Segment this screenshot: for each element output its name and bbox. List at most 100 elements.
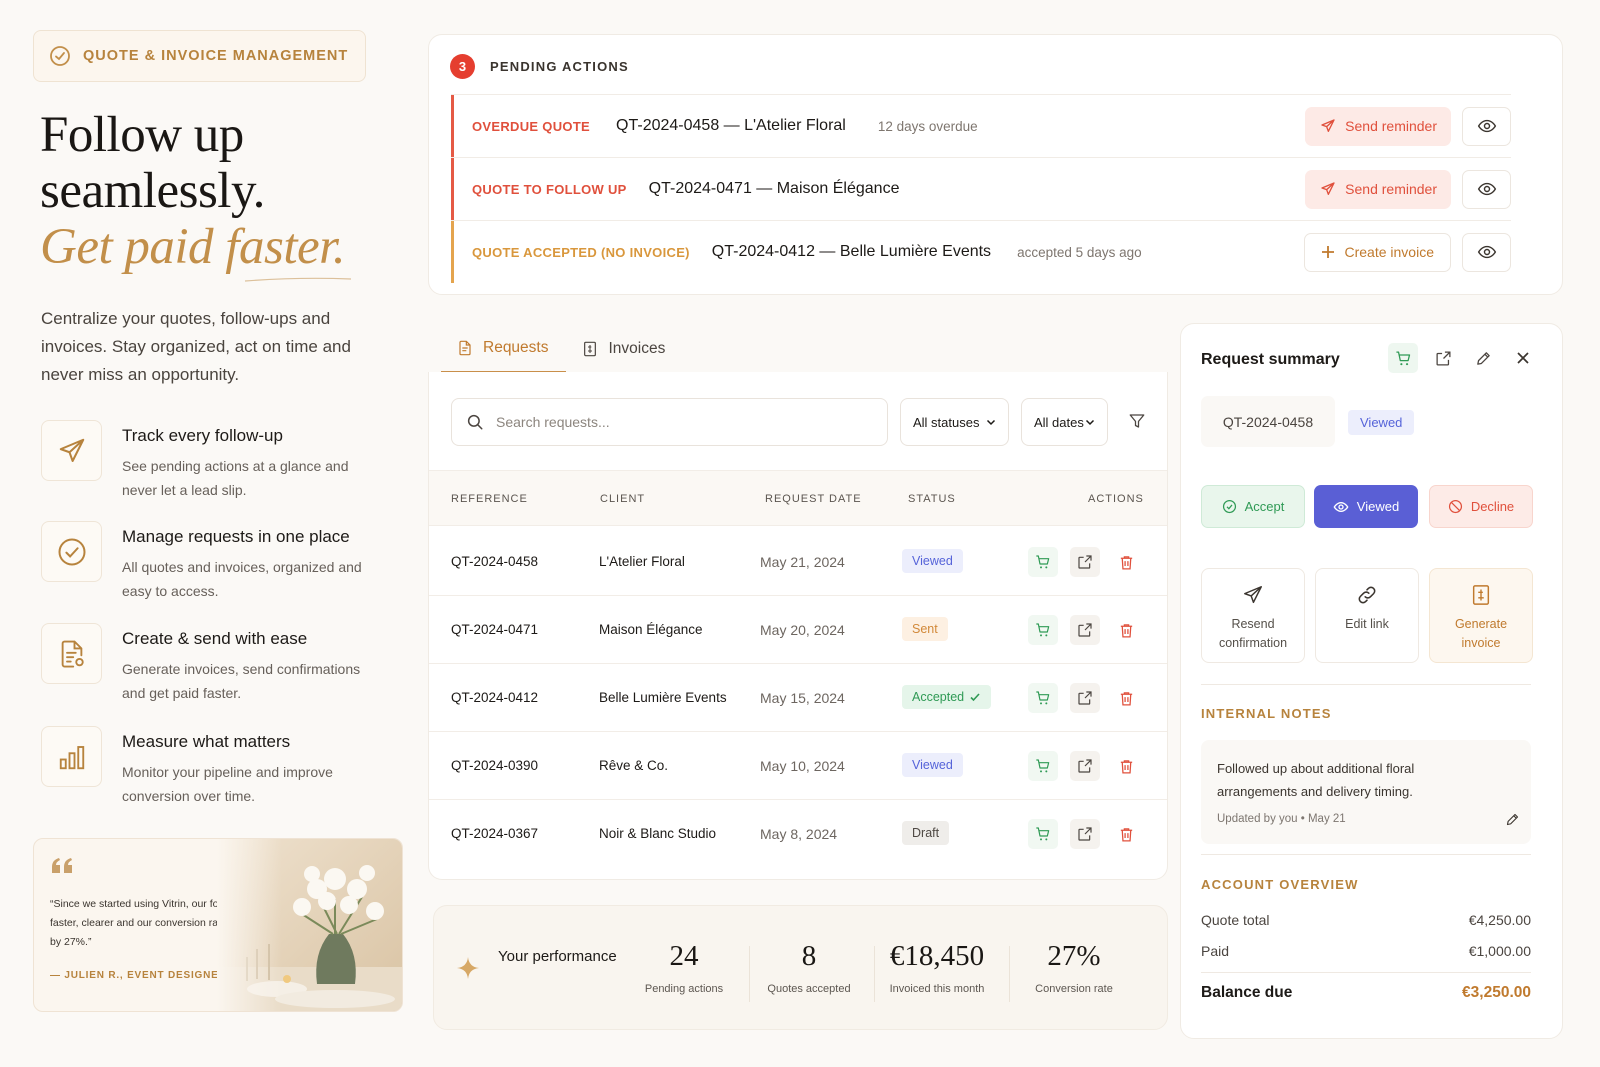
trash-icon bbox=[1118, 826, 1135, 843]
delete-button[interactable] bbox=[1111, 615, 1141, 645]
cart-icon bbox=[1035, 758, 1051, 774]
feature-title: Manage requests in one place bbox=[122, 527, 350, 546]
metric-label: Conversion rate bbox=[1035, 983, 1113, 995]
pending-meta: accepted 5 days ago bbox=[1017, 244, 1142, 260]
delete-button[interactable] bbox=[1111, 751, 1141, 781]
pencil-icon[interactable] bbox=[1505, 812, 1520, 827]
quote-total-value: €4,250.00 bbox=[1468, 912, 1531, 928]
cart-button[interactable] bbox=[1028, 751, 1058, 781]
open-external-button[interactable] bbox=[1070, 819, 1100, 849]
status-filter-select[interactable]: All statuses bbox=[900, 398, 1009, 446]
tab-requests[interactable]: Requests bbox=[441, 325, 567, 373]
table-row[interactable]: QT-2024-0390 Rêve & Co. May 10, 2024 Viewed bbox=[429, 731, 1167, 800]
open-external-button[interactable] bbox=[1070, 683, 1100, 713]
resend-confirmation-tile[interactable]: Resend confirmation bbox=[1201, 568, 1305, 663]
delete-button[interactable] bbox=[1111, 547, 1141, 577]
cart-button[interactable] bbox=[1028, 615, 1058, 645]
eye-icon bbox=[1477, 116, 1497, 136]
view-button[interactable] bbox=[1462, 169, 1511, 209]
create-invoice-button[interactable]: Create invoice bbox=[1303, 232, 1451, 272]
send-reminder-button[interactable]: Send reminder bbox=[1305, 169, 1451, 209]
cell-request-date: May 20, 2024 bbox=[760, 622, 845, 638]
search-input[interactable] bbox=[496, 414, 873, 430]
open-external-button[interactable] bbox=[1070, 751, 1100, 781]
balance-value: €3,250.00 bbox=[1462, 984, 1531, 1001]
quote-total-label: Quote total bbox=[1201, 912, 1270, 928]
delete-button[interactable] bbox=[1111, 683, 1141, 713]
cart-button[interactable] bbox=[1388, 343, 1418, 373]
metric-value: 8 bbox=[801, 940, 817, 972]
feature-title: Create & send with ease bbox=[122, 629, 308, 648]
feature-create: Create & send with ease Generate invoice… bbox=[41, 623, 401, 705]
column-actions: ACTIONS bbox=[1088, 493, 1144, 505]
tile-label: Resend confirmation bbox=[1218, 617, 1288, 650]
flower-vase-image bbox=[217, 839, 402, 1011]
cell-reference: QT-2024-0458 bbox=[451, 554, 539, 569]
pending-kind: QUOTE TO FOLLOW UP bbox=[472, 181, 627, 197]
date-filter-select[interactable]: All dates bbox=[1021, 398, 1108, 446]
open-external-button[interactable] bbox=[1070, 615, 1100, 645]
cell-request-date: May 21, 2024 bbox=[760, 554, 845, 570]
paid-label: Paid bbox=[1201, 943, 1230, 959]
pending-ref[interactable]: QT-2024-0412 — Belle Lumière Events bbox=[712, 243, 991, 261]
tab-invoices[interactable]: Invoices bbox=[566, 325, 683, 373]
decline-button[interactable]: Decline bbox=[1429, 485, 1533, 528]
pending-row: OVERDUE QUOTE QT-2024-0458 — L'Atelier F… bbox=[451, 95, 1511, 157]
feature-manage: Manage requests in one place All quotes … bbox=[41, 521, 401, 603]
table-row[interactable]: QT-2024-0458 L'Atelier Floral May 21, 2024… bbox=[429, 527, 1167, 596]
external-link-icon bbox=[1077, 622, 1093, 638]
invoice-icon bbox=[582, 341, 598, 357]
paid-value: €1,000.00 bbox=[1468, 943, 1531, 959]
cart-button[interactable] bbox=[1028, 819, 1058, 849]
pending-ref[interactable]: QT-2024-0471 — Maison Élégance bbox=[649, 180, 900, 198]
quote-total-row: Quote total €4,250.00 bbox=[1201, 912, 1531, 928]
eye-icon bbox=[1333, 499, 1349, 515]
cart-button[interactable] bbox=[1028, 683, 1058, 713]
edit-button[interactable] bbox=[1468, 343, 1498, 373]
search-box[interactable] bbox=[451, 398, 888, 446]
cart-button[interactable] bbox=[1028, 547, 1058, 577]
plus-icon bbox=[1321, 245, 1335, 259]
metric-label: Quotes accepted bbox=[767, 983, 851, 995]
close-button[interactable] bbox=[1508, 343, 1538, 373]
open-external-button[interactable] bbox=[1070, 547, 1100, 577]
edit-link-tile[interactable]: Edit link bbox=[1315, 568, 1419, 663]
status-label: Viewed bbox=[912, 758, 953, 772]
metric-value: 27% bbox=[1047, 940, 1101, 972]
status-badge: Draft bbox=[902, 821, 950, 845]
view-button[interactable] bbox=[1462, 106, 1511, 146]
pending-ref[interactable]: QT-2024-0458 — L'Atelier Floral bbox=[616, 117, 846, 135]
open-external-button[interactable] bbox=[1428, 343, 1458, 373]
pending-kind: OVERDUE QUOTE bbox=[472, 118, 591, 134]
send-icon bbox=[41, 420, 102, 481]
generate-invoice-tile[interactable]: Generate invoice bbox=[1429, 568, 1533, 663]
hero-underline bbox=[244, 277, 352, 282]
account-overview-title: ACCOUNT OVERVIEW bbox=[1201, 877, 1359, 892]
accept-button[interactable]: Accept bbox=[1201, 485, 1305, 528]
viewed-button[interactable]: Viewed bbox=[1314, 485, 1418, 528]
metric-quotes-accepted: 8 Quotes accepted bbox=[759, 940, 859, 995]
external-link-icon bbox=[1077, 826, 1093, 842]
view-button[interactable] bbox=[1462, 232, 1511, 272]
table-row[interactable]: QT-2024-0367 Noir & Blanc Studio May 8, 20… bbox=[429, 799, 1167, 868]
table-row[interactable]: QT-2024-0412 Belle Lumière Events May 15, … bbox=[429, 663, 1167, 732]
metric-value: 24 bbox=[669, 940, 699, 972]
table-row[interactable]: QT-2024-0471 Maison Élégance May 20, 2024 S… bbox=[429, 595, 1167, 664]
hero-heading: Follow up seamlessly. Get paid faster. bbox=[40, 107, 403, 275]
balance-due-row: Balance due €3,250.00 bbox=[1201, 984, 1531, 1002]
cell-request-date: May 15, 2024 bbox=[760, 690, 845, 706]
chevron-down-icon bbox=[986, 417, 996, 427]
filter-icon[interactable] bbox=[1128, 412, 1146, 430]
delete-button[interactable] bbox=[1111, 819, 1141, 849]
check-circle-icon bbox=[1222, 499, 1237, 514]
metric-label: Invoiced this month bbox=[889, 983, 985, 995]
metric-invoiced-month: €18,450 Invoiced this month bbox=[882, 940, 992, 995]
status-filter-value: All statuses bbox=[913, 414, 980, 430]
testimonial-author: — JULIEN R., EVENT DESIGNER bbox=[50, 970, 227, 981]
pending-row: QUOTE TO FOLLOW UP QT-2024-0471 — Maison… bbox=[451, 158, 1511, 220]
send-reminder-button[interactable]: Send reminder bbox=[1305, 106, 1451, 146]
hero-description: Centralize your quotes, follow-ups and i… bbox=[41, 309, 351, 384]
balance-label: Balance due bbox=[1201, 984, 1293, 1001]
check-icon bbox=[969, 691, 981, 703]
external-link-icon bbox=[1077, 758, 1093, 774]
